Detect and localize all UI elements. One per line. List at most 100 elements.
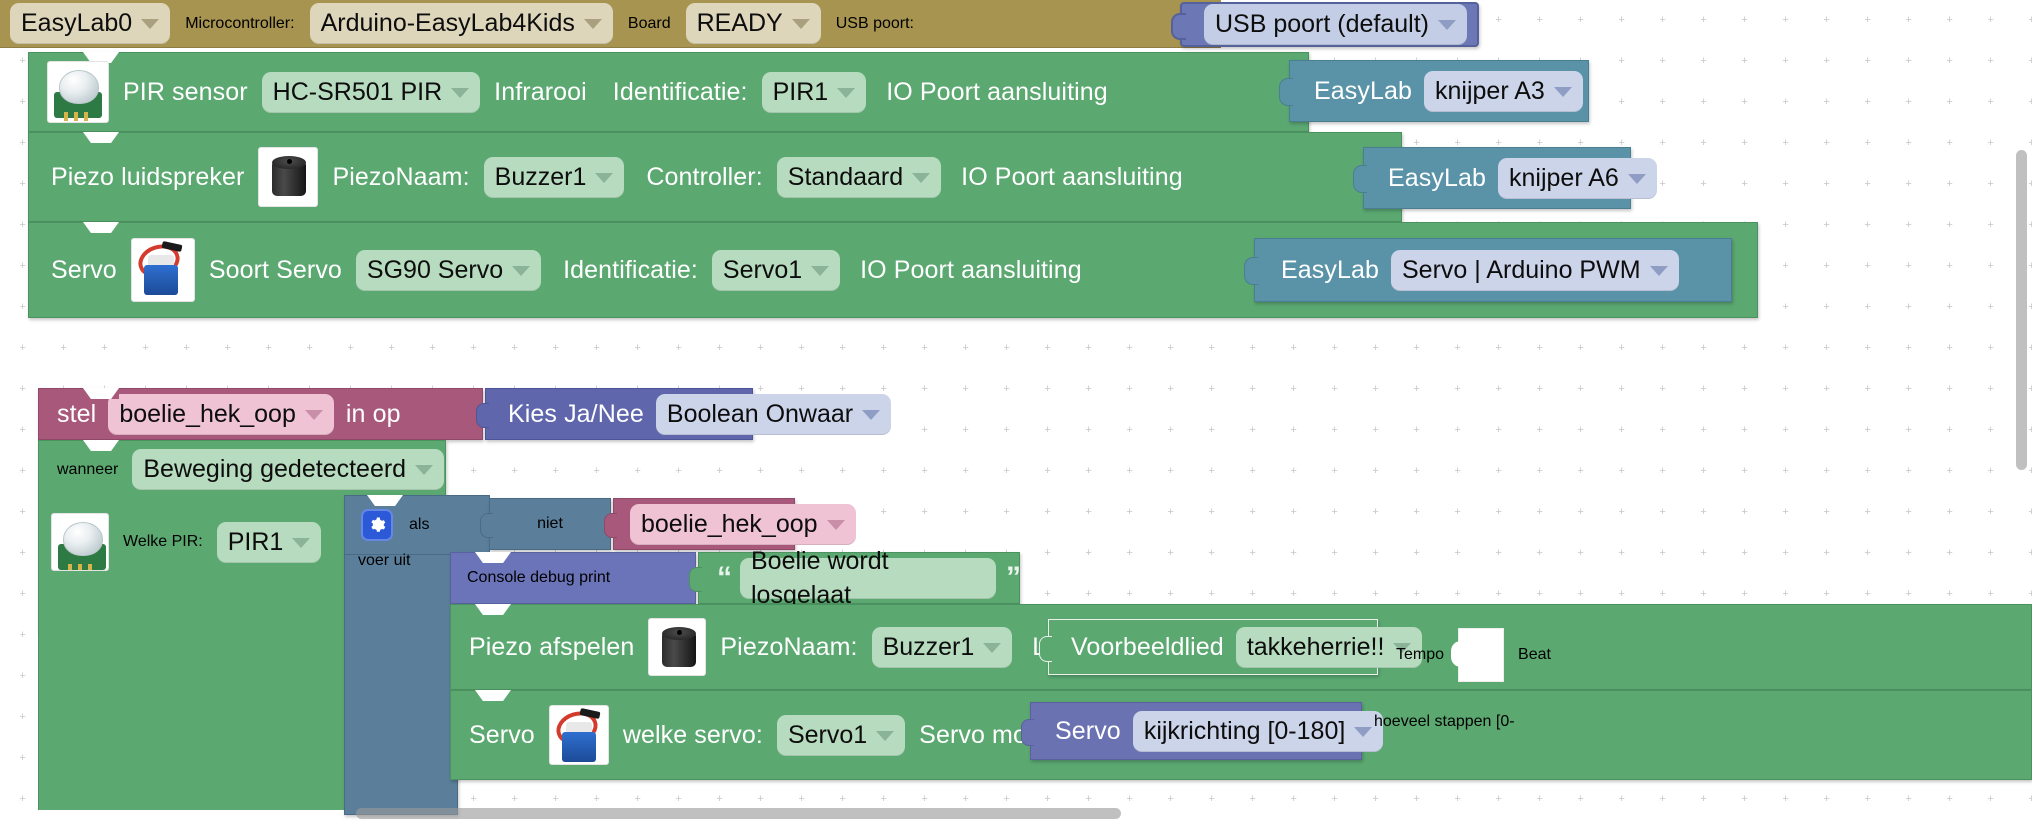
event-dropdown[interactable]: Beweging gedetecteerd (132, 449, 445, 490)
boolean-value: Boolean Onwaar (666, 399, 854, 428)
block-piezo-setup[interactable]: Piezo luidspreker PiezoNaam: Buzzer1 Con… (28, 132, 1402, 222)
set-var-prefix: stel (57, 399, 97, 428)
chevron-down-icon (837, 87, 856, 98)
do-label-wrap: voer uit (358, 552, 410, 570)
song-source-label: Voorbeeldlied (1071, 632, 1224, 661)
servo-steps-label: hoeveel stappen [0- (1374, 713, 1515, 730)
condition-variable-dropdown[interactable]: boelie_hek_oop (630, 503, 856, 545)
microcontroller-dropdown[interactable]: Arduino-EasyLab4Kids (309, 3, 613, 44)
piezo-buzzer-icon (258, 147, 319, 207)
block-servo-io-port[interactable]: EasyLab Servo | Arduino PWM (1244, 238, 1732, 302)
usb-port-block[interactable]: USB poort (default) (1171, 2, 1479, 47)
microcontroller-label: Microcontroller: (185, 14, 295, 32)
quote-close-icon: ” (1006, 561, 1021, 594)
boolean-value-dropdown[interactable]: Boolean Onwaar (655, 393, 892, 435)
piezo-controller-value: Standaard (787, 162, 904, 191)
chevron-down-icon (1627, 173, 1646, 184)
console-print-label: Console debug print (467, 569, 611, 586)
servo-io-board: EasyLab (1281, 255, 1379, 284)
chevron-down-icon (862, 409, 881, 420)
condition-variable-name: boelie_hek_oop (641, 509, 818, 538)
which-pir-value: PIR1 (227, 527, 284, 556)
piezo-play-name-value: Buzzer1 (882, 632, 975, 661)
project-dropdown[interactable]: EasyLab0 (10, 3, 171, 44)
song-dropdown[interactable]: takkeherrie!! (1235, 626, 1423, 668)
block-condition-variable[interactable]: boelie_hek_oop (604, 498, 856, 550)
project-label: EasyLab0 (21, 9, 133, 37)
servo-mode-block-label: Servo (1055, 716, 1121, 745)
text-literal-input[interactable]: Boelie wordt losgelaat (740, 547, 996, 609)
chevron-down-icon (141, 19, 160, 29)
when-prefix: wanneer (57, 460, 119, 478)
blockly-workspace[interactable]: + + + + + + + + + + + + + + + + + + + + + + + + + + + + + + + + + + + + + + + +… (0, 0, 2032, 824)
servo-motor-icon (548, 705, 609, 765)
chevron-down-icon (1354, 726, 1373, 737)
chevron-down-icon (451, 87, 470, 98)
block-console-print[interactable]: Console debug print (450, 552, 696, 604)
chevron-down-icon (983, 642, 1002, 653)
servo-io-dropdown[interactable]: Servo | Arduino PWM (1391, 249, 1679, 291)
board-status-value: READY (696, 9, 783, 37)
chevron-down-icon (1438, 20, 1456, 30)
piezo-title: Piezo luidspreker (51, 162, 245, 191)
piezo-play-title: Piezo afspelen (469, 632, 635, 661)
piezo-io-dropdown[interactable]: knijper A6 (1498, 157, 1657, 199)
block-pir-io-port[interactable]: EasyLab knijper A3 (1279, 60, 1589, 122)
chevron-down-icon (583, 19, 602, 29)
block-servo-mode[interactable]: Servo kijkrichting [0-180] (1021, 702, 1384, 760)
piezo-play-name-dropdown[interactable]: Buzzer1 (871, 626, 1013, 668)
chevron-down-icon (292, 537, 311, 548)
block-not[interactable]: niet (480, 498, 611, 550)
servo-io-label: IO Poort aansluiting (860, 255, 1082, 284)
chevron-down-icon (876, 730, 895, 741)
block-piezo-io-port[interactable]: EasyLab knijper A6 (1353, 147, 1657, 209)
servo-kind-dropdown[interactable]: SG90 Servo (355, 249, 542, 291)
servo-move-title: Servo (469, 720, 535, 749)
toolbar[interactable]: EasyLab0 Microcontroller: Arduino-EasyLa… (0, 0, 1221, 48)
horizontal-scrollbar[interactable] (356, 808, 1121, 819)
which-pir-label: Welke PIR: (123, 533, 203, 550)
pir-io-dropdown[interactable]: knijper A3 (1424, 70, 1583, 112)
block-if-header[interactable]: als (344, 495, 490, 555)
board-label: Board (627, 14, 671, 32)
piezo-name-dropdown[interactable]: Buzzer1 (483, 156, 625, 198)
block-pir-sensor[interactable]: PIR sensor HC-SR501 PIR Infrarooi Identi… (28, 52, 1309, 132)
piezo-io-board: EasyLab (1388, 163, 1486, 192)
not-label: niet (537, 515, 563, 532)
song-value: takkeherrie!! (1246, 632, 1385, 661)
piezo-io-value: knijper A6 (1509, 163, 1619, 192)
usb-port-label: USB poort: (835, 14, 914, 32)
gear-icon[interactable] (361, 509, 393, 541)
chevron-down-icon (595, 172, 614, 183)
servo-id-dropdown[interactable]: Servo1 (711, 249, 841, 291)
which-servo-dropdown[interactable]: Servo1 (776, 714, 906, 756)
chevron-down-icon (1649, 265, 1668, 276)
servo-mode-value: kijkrichting [0-180] (1143, 716, 1346, 745)
servo-mode-dropdown[interactable]: kijkrichting [0-180] (1132, 710, 1384, 752)
piezo-io-label: IO Poort aansluiting (961, 162, 1183, 191)
block-text-literal[interactable]: “ Boelie wordt losgelaat ” (689, 547, 1021, 609)
board-status-dropdown[interactable]: READY (685, 3, 821, 44)
event-value: Beweging gedetecteerd (143, 455, 407, 483)
servo-steps-group: hoeveel stappen [0- (1374, 713, 1515, 731)
tempo-label: Tempo (1396, 646, 1445, 663)
usb-port-dropdown[interactable]: USB poort (default) (1204, 4, 1467, 45)
tempo-input[interactable] (1451, 628, 1505, 682)
servo-kind-label: Soort Servo (208, 255, 342, 284)
pir-type-dropdown[interactable]: HC-SR501 PIR (261, 71, 481, 113)
pir-id-dropdown[interactable]: PIR1 (761, 71, 867, 113)
pir-sensor-icon (51, 513, 109, 571)
vertical-scrollbar[interactable] (2016, 150, 2027, 470)
piezo-controller-dropdown[interactable]: Standaard (776, 156, 942, 198)
block-boolean-value[interactable]: Kies Ja/Nee Boolean Onwaar (476, 388, 892, 440)
chevron-down-icon (811, 265, 830, 276)
usb-port-value: USB poort (default) (1215, 10, 1429, 38)
which-servo-label: welke servo: (622, 720, 763, 749)
variable-dropdown[interactable]: boelie_hek_oop (108, 393, 334, 435)
microcontroller-value: Arduino-EasyLab4Kids (320, 9, 575, 37)
pir-title: PIR sensor (123, 77, 248, 106)
block-set-variable[interactable]: stel boelie_hek_oop in op (38, 388, 483, 440)
servo-motor-icon (130, 238, 195, 302)
block-song-source[interactable]: Voorbeeldlied takkeherrie!! (1039, 619, 1423, 675)
which-pir-dropdown[interactable]: PIR1 (216, 521, 322, 563)
